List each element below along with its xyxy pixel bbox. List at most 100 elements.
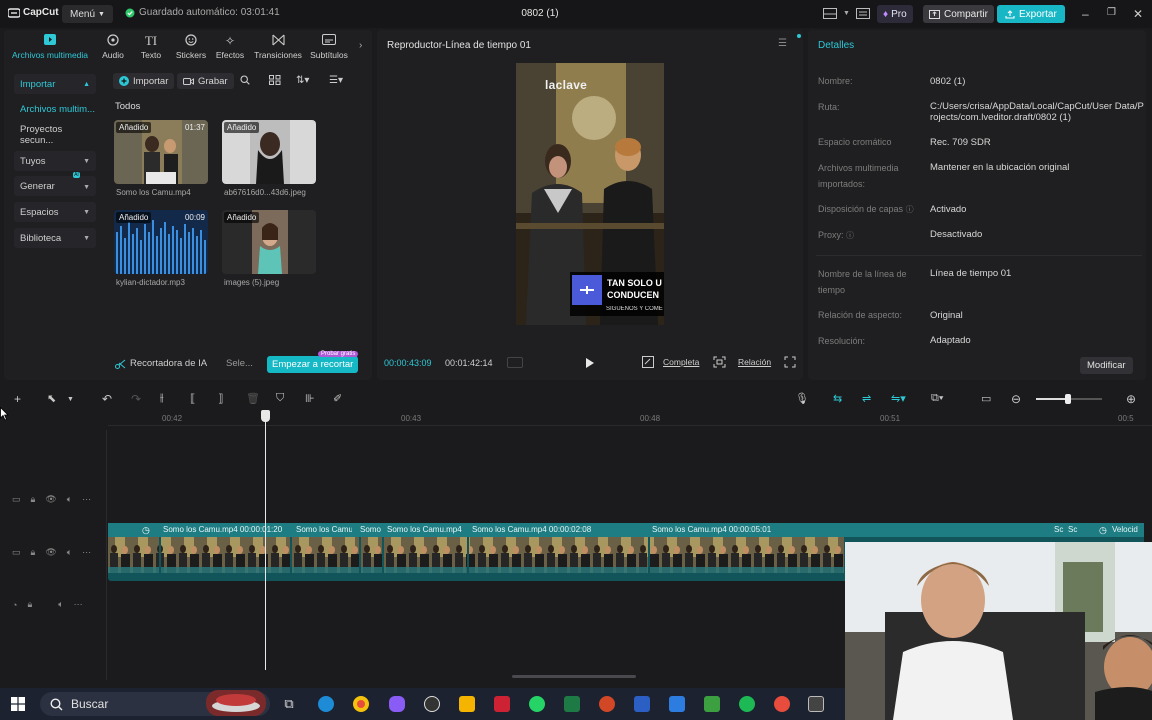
powerpoint-icon[interactable] (599, 696, 615, 712)
preview-axis-icon[interactable]: ⧉▾ (931, 392, 943, 405)
app-icon[interactable] (494, 696, 510, 712)
media-thumb-image[interactable]: Añadido (222, 210, 316, 274)
pro-button[interactable]: ♦ Pro (877, 5, 913, 23)
snap-icon[interactable]: ⇌ (862, 392, 871, 405)
microphone-icon[interactable]: 🎙 (795, 392, 809, 405)
linkage-icon[interactable]: ⇋▾ (891, 392, 906, 405)
zoom-slider[interactable] (1036, 394, 1102, 404)
delete-icon[interactable]: 🗑 (246, 392, 260, 405)
whatsapp-icon[interactable] (529, 696, 545, 712)
start-cutting-button[interactable]: Empezar a recortar (267, 356, 359, 373)
sort-icon[interactable]: ⇅▾ (296, 75, 309, 86)
clip-label[interactable]: Somo los Camu.mp4 (387, 525, 462, 534)
add-track-icon[interactable]: + (14, 392, 21, 406)
split-icon[interactable]: ⫲ (160, 392, 164, 405)
lock-icon[interactable]: 🔒︎ (31, 494, 36, 505)
clip-label[interactable]: Velocid (1112, 525, 1144, 534)
info-icon[interactable]: ⓘ (906, 205, 914, 214)
play-button[interactable] (585, 357, 595, 369)
trim-left-icon[interactable]: ⟦ (190, 392, 195, 405)
full-quality-button[interactable]: Completa (663, 357, 699, 367)
menu-button[interactable]: Menú ▼ (62, 5, 113, 23)
tab-stickers[interactable]: Stickers (172, 34, 210, 60)
aspect-icon[interactable] (642, 356, 654, 368)
clip-label[interactable]: Sc (1054, 525, 1063, 534)
eye-icon[interactable]: 👁︎ (45, 547, 56, 558)
restore-icon[interactable]: ❐ (1107, 7, 1116, 18)
menu-icon[interactable]: ☰ (778, 38, 787, 49)
media-thumb-audio[interactable]: Añadido 00:09 (114, 210, 208, 274)
ratio-button[interactable]: Relación (738, 357, 771, 367)
sidebar-item-library[interactable]: Biblioteca ▼ (14, 228, 96, 248)
task-view-icon[interactable]: ⧉ (281, 696, 297, 712)
sidebar-item-media[interactable]: Archivos multim... (14, 99, 96, 119)
clip-label[interactable]: Somo los Camu.mp4 00:00:05:01 (652, 525, 771, 534)
tab-subtitles[interactable]: Subtítulos (306, 34, 352, 60)
search-icon[interactable] (240, 75, 250, 85)
chevron-down-icon[interactable]: ▼ (67, 396, 74, 403)
import-button[interactable]: Importar (113, 73, 175, 89)
clip-label[interactable]: Somo (360, 525, 381, 534)
marker-icon[interactable]: ⛉ (276, 392, 284, 405)
sidebar-item-spaces[interactable]: Espacios ▼ (14, 202, 96, 222)
media-thumb-video[interactable]: Añadido 01:37 (114, 120, 208, 184)
tab-text[interactable]: TI Texto (134, 34, 168, 61)
zoom-in-icon[interactable]: ⊕ (1126, 392, 1136, 406)
modify-button[interactable]: Modificar (1080, 357, 1133, 374)
close-icon[interactable]: ✕ (1133, 7, 1143, 21)
timecode-toggle-icon[interactable] (507, 357, 523, 368)
media-thumb-image[interactable]: Añadido (222, 120, 316, 184)
fullscreen-icon[interactable] (784, 356, 796, 368)
clip-label[interactable]: Sc (1068, 525, 1077, 534)
app-icon[interactable] (808, 696, 824, 712)
export-button[interactable]: Exportar (997, 5, 1065, 23)
clip-label[interactable]: Somo los Camu (296, 525, 352, 534)
grid-view-icon[interactable] (269, 75, 281, 85)
tab-effects[interactable]: ✧ Efectos (212, 34, 248, 60)
edge-browser-icon[interactable] (318, 696, 334, 712)
chrome-profile-icon[interactable] (774, 696, 790, 712)
eye-icon[interactable]: 👁︎ (45, 494, 56, 505)
more-icon[interactable]: ⋯ (82, 494, 91, 505)
audio-toggle-icon[interactable]: 🔈︎ (58, 599, 63, 610)
capcut-taskbar-icon[interactable] (424, 696, 440, 712)
record-button[interactable]: Grabar (177, 73, 234, 89)
sidebar-item-generate[interactable]: Generar AI ▼ (14, 171, 96, 196)
magnet-link-icon[interactable]: ⇆ (833, 392, 842, 405)
tab-audio[interactable]: Audio (96, 34, 130, 60)
share-button[interactable]: Compartir (923, 5, 994, 23)
minimize-icon[interactable]: – (1082, 7, 1089, 21)
app-icon[interactable] (669, 696, 685, 712)
select-tool-icon[interactable]: ⬉ (47, 392, 56, 405)
copilot-icon[interactable] (389, 696, 405, 712)
layout-icon[interactable] (823, 8, 837, 19)
zoom-out-icon[interactable]: ⊖ (1011, 392, 1021, 406)
minecraft-icon[interactable] (704, 696, 720, 712)
clip-label[interactable]: Somo los Camu.mp4 00:00:02:08 (472, 525, 591, 534)
spotify-icon[interactable] (739, 696, 755, 712)
sidebar-item-import[interactable]: Importar ▲ (14, 74, 96, 94)
freeze-icon[interactable]: ⊪ (305, 392, 315, 405)
timeline-scrollbar[interactable] (512, 675, 636, 678)
playhead-handle[interactable] (261, 410, 270, 422)
trim-right-icon[interactable]: ⟧ (218, 392, 223, 405)
tabs-more-icon[interactable]: › (359, 40, 362, 51)
audio-toggle-icon[interactable]: 🔈︎ (67, 494, 72, 505)
caption-track-icon[interactable]: ▭ (981, 392, 991, 405)
sidebar-item-yours[interactable]: Tuyos ▼ (14, 151, 96, 171)
windows-start-icon[interactable] (11, 697, 25, 711)
fit-screen-icon[interactable] (713, 356, 726, 368)
ai-select-dropdown[interactable]: Sele... (226, 358, 253, 369)
sidebar-item-subprojects[interactable]: Proyectos secun... (14, 124, 96, 146)
word-icon[interactable] (634, 696, 650, 712)
audio-toggle-icon[interactable]: 🔈︎ (67, 547, 72, 558)
tab-media[interactable]: Archivos multimedia (8, 34, 92, 60)
lock-icon[interactable]: 🔒︎ (31, 547, 36, 558)
file-explorer-icon[interactable] (459, 696, 475, 712)
more-icon[interactable]: ⋯ (74, 599, 83, 610)
excel-icon[interactable] (564, 696, 580, 712)
redo-icon[interactable]: ↷ (131, 392, 141, 406)
more-icon[interactable]: ⋯ (82, 547, 91, 558)
undo-icon[interactable]: ↶ (102, 392, 112, 406)
info-icon[interactable]: ⓘ (846, 231, 854, 240)
